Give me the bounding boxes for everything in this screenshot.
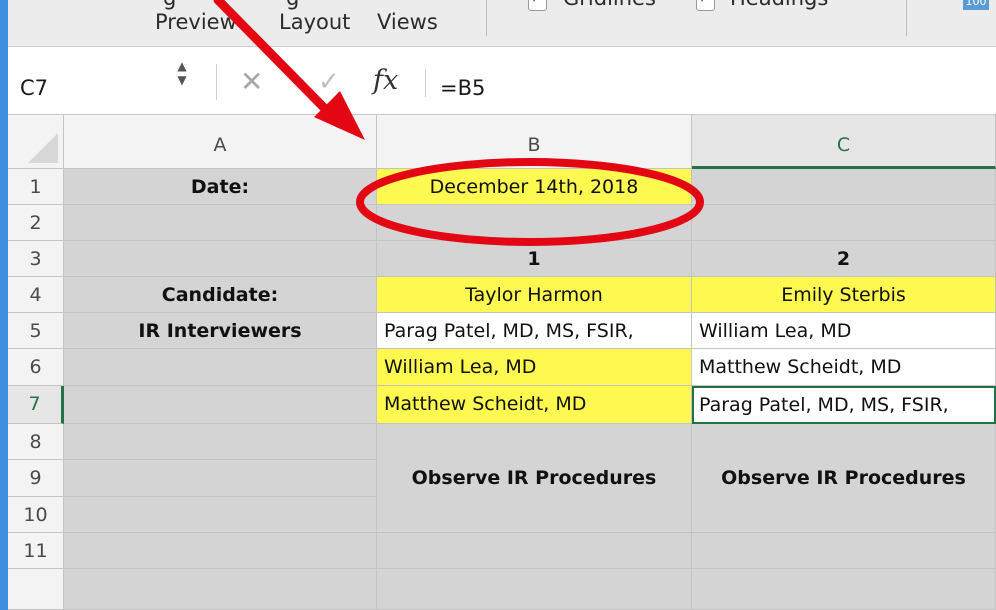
cell-c4[interactable]: Emily Sterbis bbox=[692, 277, 996, 313]
formula-bar: C7 ▲ ▼ ✕ ✓ fx =B5 bbox=[8, 47, 996, 115]
row-header-6[interactable]: 6 bbox=[8, 349, 64, 386]
headings-label: Headings bbox=[730, 0, 828, 10]
row-header-5[interactable]: 5 bbox=[8, 313, 64, 349]
gridlines-checkbox[interactable] bbox=[528, 0, 547, 11]
page-break-preview-button[interactable]: Preview bbox=[155, 10, 237, 34]
cell-b4[interactable]: Taylor Harmon bbox=[377, 277, 692, 313]
cell-a7[interactable] bbox=[64, 386, 377, 424]
gridlines-label: Gridlines bbox=[563, 0, 656, 10]
row-header-1[interactable]: 1 bbox=[8, 169, 64, 205]
cell-a3[interactable] bbox=[64, 241, 377, 277]
cell-c5[interactable]: William Lea, MD bbox=[692, 313, 996, 349]
cell-a6[interactable] bbox=[64, 349, 377, 386]
formula-bar-divider bbox=[216, 64, 217, 100]
row-header-9[interactable]: 9 bbox=[8, 460, 64, 497]
name-box-stepper-icon[interactable]: ▲ ▼ bbox=[175, 59, 189, 95]
cell-b2[interactable] bbox=[377, 205, 692, 241]
cell-a11[interactable] bbox=[64, 533, 377, 569]
row-header-10[interactable]: 10 bbox=[8, 497, 64, 533]
ribbon-cut-text: g bbox=[286, 0, 299, 10]
cell-c1[interactable] bbox=[692, 169, 996, 205]
ribbon-divider bbox=[486, 0, 487, 36]
cell-a8[interactable] bbox=[64, 424, 377, 460]
column-header-c[interactable]: C bbox=[692, 115, 996, 169]
select-all-corner[interactable] bbox=[8, 115, 64, 169]
cell-a5[interactable]: IR Interviewers bbox=[64, 313, 377, 349]
cell-b3[interactable]: 1 bbox=[377, 241, 692, 277]
cell-b8-b10-merged[interactable]: Observe IR Procedures bbox=[377, 424, 692, 533]
row-header-8[interactable]: 8 bbox=[8, 424, 64, 460]
cell-c12[interactable] bbox=[692, 569, 996, 610]
row-header-3[interactable]: 3 bbox=[8, 241, 64, 277]
cell-c2[interactable] bbox=[692, 205, 996, 241]
cell-c8-c10-merged[interactable]: Observe IR Procedures bbox=[692, 424, 996, 533]
cell-c6[interactable]: Matthew Scheidt, MD bbox=[692, 349, 996, 386]
cell-a2[interactable] bbox=[64, 205, 377, 241]
select-all-triangle-icon bbox=[28, 133, 58, 163]
formula-input[interactable]: =B5 bbox=[440, 76, 485, 100]
cell-c7-selected[interactable]: Parag Patel, MD, MS, FSIR, bbox=[692, 386, 996, 424]
cell-c11[interactable] bbox=[692, 533, 996, 569]
cell-a1[interactable]: Date: bbox=[64, 169, 377, 205]
enter-check-icon[interactable]: ✓ bbox=[318, 67, 340, 97]
cell-a10[interactable] bbox=[64, 497, 377, 533]
cell-b12[interactable] bbox=[377, 569, 692, 610]
column-header-a[interactable]: A bbox=[64, 115, 377, 169]
ribbon: g g Preview Layout Views Gridlines Headi… bbox=[8, 0, 996, 47]
row-header-4[interactable]: 4 bbox=[8, 277, 64, 313]
row-header-11[interactable]: 11 bbox=[8, 533, 64, 569]
cell-b7[interactable]: Matthew Scheidt, MD bbox=[377, 386, 692, 424]
row-header-2[interactable]: 2 bbox=[8, 205, 64, 241]
cell-b11[interactable] bbox=[377, 533, 692, 569]
formula-bar-divider bbox=[425, 69, 426, 97]
cell-b6[interactable]: William Lea, MD bbox=[377, 349, 692, 386]
zoom-icon[interactable]: 100 bbox=[963, 0, 989, 10]
name-box[interactable]: C7 bbox=[20, 76, 48, 100]
ribbon-cut-text: g bbox=[163, 0, 176, 10]
cell-b5[interactable]: Parag Patel, MD, MS, FSIR, bbox=[377, 313, 692, 349]
cell-b1[interactable]: December 14th, 2018 bbox=[377, 169, 692, 205]
cancel-icon[interactable]: ✕ bbox=[240, 65, 263, 98]
spreadsheet-grid: A B C 1 2 3 4 5 6 7 8 9 10 11 Date: Cand… bbox=[8, 115, 996, 610]
cell-c3[interactable]: 2 bbox=[692, 241, 996, 277]
ribbon-divider bbox=[906, 0, 907, 36]
headings-checkbox[interactable] bbox=[696, 0, 715, 11]
excel-window: g g Preview Layout Views Gridlines Headi… bbox=[8, 0, 996, 610]
custom-views-button[interactable]: Views bbox=[377, 10, 438, 34]
insert-function-icon[interactable]: fx bbox=[373, 65, 398, 96]
cell-a9[interactable] bbox=[64, 460, 377, 497]
row-header-7[interactable]: 7 bbox=[8, 386, 64, 424]
column-header-b[interactable]: B bbox=[377, 115, 692, 169]
row-header-12[interactable] bbox=[8, 569, 64, 610]
cell-a4[interactable]: Candidate: bbox=[64, 277, 377, 313]
cell-a12[interactable] bbox=[64, 569, 377, 610]
page-layout-button[interactable]: Layout bbox=[279, 10, 350, 34]
